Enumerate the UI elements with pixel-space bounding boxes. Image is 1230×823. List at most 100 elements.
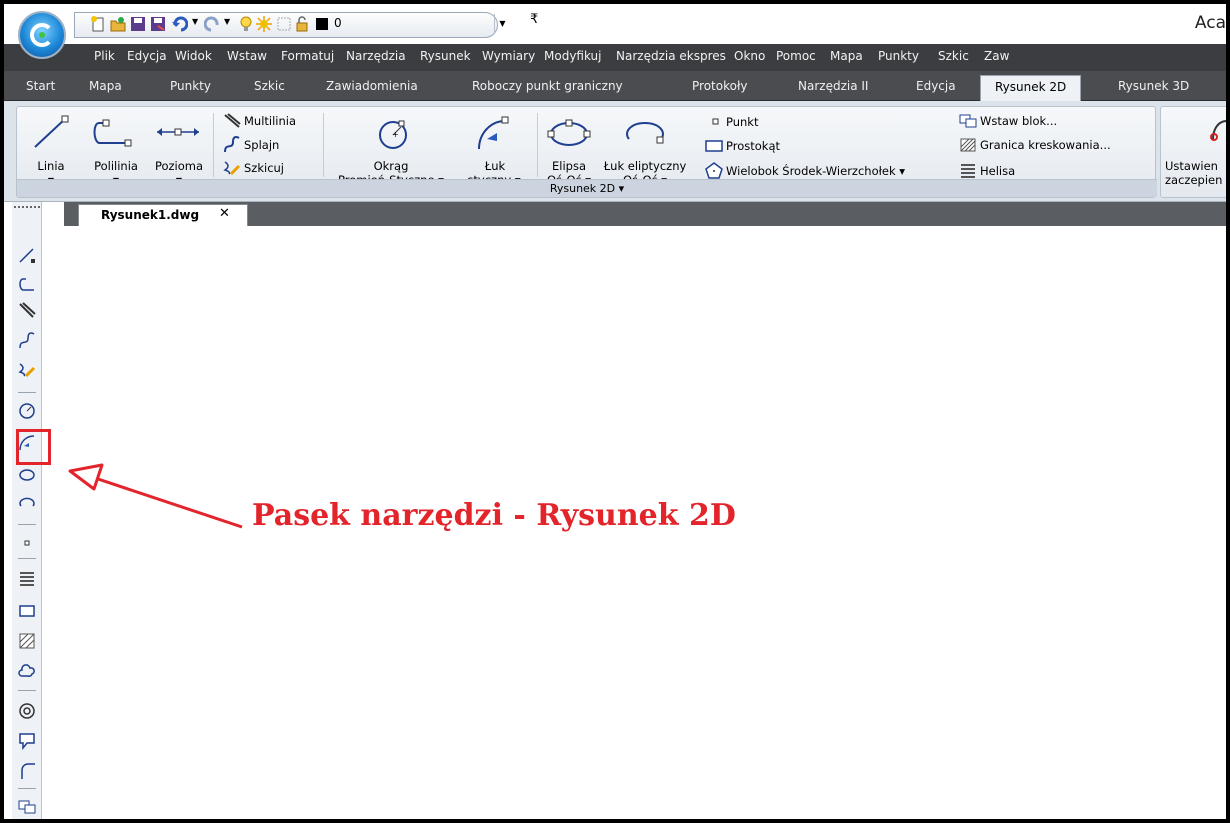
redo-icon[interactable] [204, 16, 220, 32]
linia-label[interactable]: Linia [31, 159, 71, 173]
insert-block-icon[interactable] [18, 732, 36, 750]
elliptical-arc-icon[interactable] [18, 494, 36, 512]
tab-start[interactable]: Start [26, 79, 55, 93]
customize-quick-access-icon[interactable]: ₹ [530, 12, 538, 27]
open-file-icon[interactable] [110, 16, 126, 32]
tab-edycja[interactable]: Edycja [916, 79, 956, 93]
layer-dropdown-arrow[interactable]: ▼ [494, 14, 510, 34]
ellipse-icon[interactable] [547, 119, 591, 149]
wielobok-button[interactable]: Wielobok Środek-Wierzchołek ▾ [705, 162, 905, 180]
menu-item-widok[interactable]: Widok [175, 49, 212, 63]
ribbon-panel-title[interactable]: Rysunek 2D ▾ [17, 179, 1157, 197]
menu-item-narzedzia[interactable]: Narzędzia [346, 49, 406, 63]
wstaw-blok-button[interactable]: Wstaw blok... [959, 113, 1057, 129]
line-icon[interactable] [31, 115, 71, 151]
elliptical-arc-icon[interactable] [623, 119, 667, 149]
splajn-button[interactable]: Splajn [223, 136, 279, 154]
menu-item-pomoc[interactable]: Pomoc [776, 49, 816, 63]
snap-settings-icon[interactable] [1209, 119, 1229, 143]
app-menu-button[interactable] [18, 11, 66, 59]
menu-item-szkic[interactable]: Szkic [938, 49, 969, 63]
szkicuj-button[interactable]: Szkicuj [223, 160, 284, 176]
ribbon-panel-rysunek-2d: Linia ▼ Polilinia ▼ Pozioma ▼ Multilinia… [16, 106, 1157, 198]
menu-item-edycja[interactable]: Edycja [127, 49, 167, 63]
point-icon[interactable] [18, 534, 36, 552]
punkt-button[interactable]: Punkt [709, 115, 758, 129]
circle-tangent-icon[interactable]: + [375, 117, 411, 153]
rectangle-icon[interactable] [18, 602, 36, 620]
redo-dropdown-icon[interactable]: ▼ [224, 17, 230, 26]
menu-item-zaw[interactable]: Zaw [984, 49, 1009, 63]
polilinia-label[interactable]: Polilinia [87, 159, 145, 173]
menu-item-formatuj[interactable]: Formatuj [281, 49, 334, 63]
document-tab[interactable]: Rysunek1.dwg ✕ [78, 204, 248, 226]
arc-tangent-icon[interactable] [473, 115, 513, 153]
prostokat-button[interactable]: Prostokąt [705, 139, 780, 153]
tab-punkty[interactable]: Punkty [170, 79, 211, 93]
sun-icon[interactable] [256, 16, 272, 32]
new-file-icon[interactable] [90, 16, 106, 32]
toolbar-grip[interactable] [14, 206, 40, 209]
okrag-label[interactable]: Okrąg [329, 159, 453, 173]
multilinia-button[interactable]: Multilinia [223, 113, 296, 129]
point-icon [712, 118, 719, 125]
undo-icon[interactable] [172, 16, 188, 32]
elipsa-label[interactable]: Elipsa [541, 159, 597, 173]
menu-item-plik[interactable]: Plik [94, 49, 115, 63]
menu-item-punkty[interactable]: Punkty [878, 49, 919, 63]
ustawienia-label[interactable]: Ustawien [1165, 159, 1218, 173]
separator [537, 113, 538, 177]
tab-protokoly[interactable]: Protokoły [692, 79, 747, 93]
lock-icon[interactable] [294, 16, 310, 32]
app-logo-dot [39, 32, 45, 38]
helix-icon[interactable] [18, 570, 36, 588]
luk-eliptyczny-label[interactable]: Łuk eliptyczny [601, 159, 689, 173]
polyline-icon[interactable] [91, 119, 135, 149]
app-title: Aca [1194, 13, 1226, 33]
fillet-icon[interactable] [18, 762, 36, 780]
menu-item-modyfikuj[interactable]: Modyfikuj [544, 49, 602, 63]
tab-rysunek-3d[interactable]: Rysunek 3D [1118, 79, 1189, 93]
polyline-icon[interactable] [18, 276, 36, 294]
layer-combo[interactable] [314, 14, 510, 34]
revision-cloud-icon[interactable] [18, 662, 36, 680]
donut-icon[interactable] [18, 702, 36, 720]
granica-kreskowania-label: Granica kreskowania... [980, 138, 1111, 152]
menu-item-wstaw[interactable]: Wstaw [227, 49, 267, 63]
tab-narzedzia-ii[interactable]: Narzędzia II [798, 79, 868, 93]
pozioma-label[interactable]: Pozioma [149, 159, 209, 173]
menu-item-narzedzia-ekspres[interactable]: Narzędzia ekspres [616, 49, 726, 63]
spline-icon[interactable] [18, 332, 36, 350]
multiline-icon[interactable] [18, 302, 36, 320]
menu-item-wymiary[interactable]: Wymiary [482, 49, 535, 63]
luk-label[interactable]: Łuk [463, 159, 527, 173]
toolbar-separator [18, 558, 36, 559]
helisa-button[interactable]: Helisa [959, 162, 1015, 180]
hatch-boundary-icon[interactable] [18, 632, 36, 650]
save-icon[interactable] [130, 16, 146, 32]
ribbon-panel-settings: Ustawien zaczepien [1160, 106, 1229, 198]
tab-mapa[interactable]: Mapa [89, 79, 122, 93]
sketch-icon[interactable] [18, 362, 36, 380]
tab-rysunek-2d[interactable]: Rysunek 2D [980, 75, 1082, 101]
ustawienia-label-2[interactable]: zaczepien [1165, 173, 1222, 187]
save-as-icon[interactable] [150, 16, 166, 32]
menu-item-mapa[interactable]: Mapa [830, 49, 863, 63]
tab-roboczy-punkt-graniczny[interactable]: Roboczy punkt graniczny [472, 79, 623, 93]
menu-item-okno[interactable]: Okno [734, 49, 765, 63]
insert-block-icon [959, 114, 977, 128]
menu-item-rysunek[interactable]: Rysunek [420, 49, 471, 63]
ellipse-icon[interactable] [18, 466, 36, 484]
tab-zawiadomienia[interactable]: Zawiadomienia [326, 79, 418, 93]
undo-dropdown-icon[interactable]: ▼ [192, 17, 198, 26]
line-icon[interactable] [18, 246, 36, 264]
insert-block-2-icon[interactable] [18, 798, 36, 816]
horizontal-line-icon[interactable] [155, 125, 201, 139]
lightbulb-icon[interactable] [238, 16, 254, 32]
tab-szkic[interactable]: Szkic [254, 79, 285, 93]
close-tab-icon[interactable]: ✕ [219, 206, 230, 221]
freeze-icon[interactable] [276, 16, 292, 32]
circle-icon[interactable] [18, 402, 36, 420]
multiline-icon [224, 113, 241, 128]
granica-kreskowania-button[interactable]: Granica kreskowania... [959, 137, 1111, 153]
